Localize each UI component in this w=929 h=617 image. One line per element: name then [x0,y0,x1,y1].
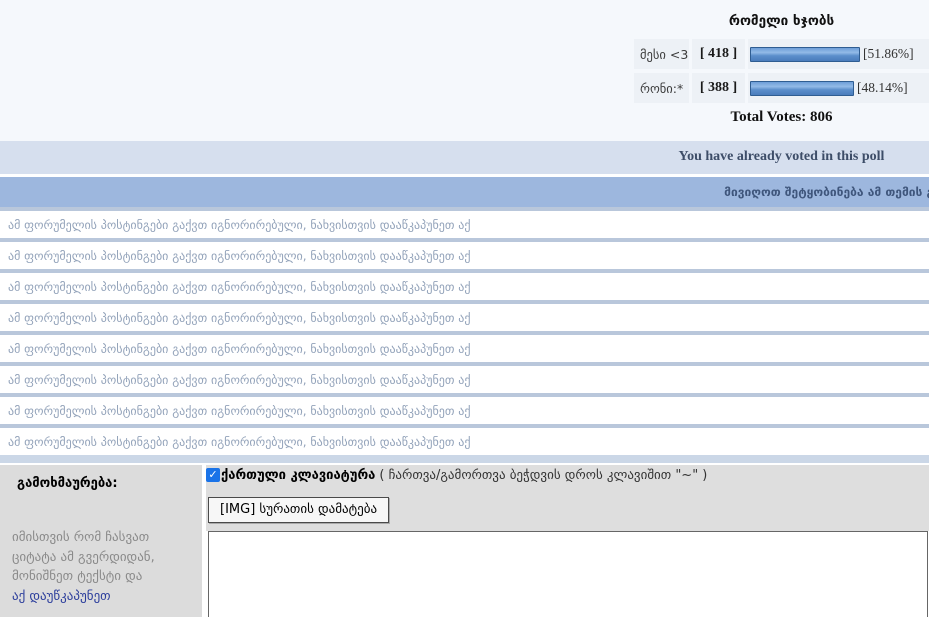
add-image-button[interactable]: [IMG] სურათის დამატება [208,497,390,523]
rows-footer-band [0,455,929,463]
ignored-posts-row[interactable]: ამ ფორუმელის პოსტინგები გაქვთ იგნორირებუ… [0,304,929,331]
keyboard-label: ქართული კლავიატურა [221,467,376,483]
vote-bar [750,80,854,96]
ignored-posts-row[interactable]: ამ ფორუმელის პოსტინგები გაქვთ იგნორირებუ… [0,366,929,393]
poll-total-votes: Total Votes: 806 [730,109,833,125]
ignored-posts-row[interactable]: ამ ფორუმელის პოსტინგები გაქვთ იგნორირებუ… [0,335,929,362]
poll-option-row: რონი:* [ 388 ] [48.14%] [634,73,929,103]
feedback-sidebar: გამოხმაურება: იმისთვის რომ ჩასვათ ციტატა… [0,465,202,617]
track-topic-banner: მივიღოთ შეტყობინება ამ თემის გ [0,177,929,207]
already-voted-banner: You have already voted in this poll [0,141,929,174]
poll-title: რომელი ხჯობს [728,13,835,29]
ignored-posts-row[interactable]: ამ ფორუმელის პოსტინგები გაქვთ იგნორირებუ… [0,428,929,455]
quote-here-link[interactable]: აქ დაუწკაპუნეთ [12,587,155,607]
poll-option-percent: [51.86%] [863,46,914,61]
quote-hint-line: მონიშნეთ ტექსტი და [12,569,143,584]
ignored-posts-row[interactable]: ამ ფორუმელის პოსტინგები გაქვთ იგნორირებუ… [0,397,929,424]
composer-panel: ✓ ქართული კლავიატურა ( ჩართვა/გამორთვა ბ… [206,465,929,617]
vote-bar [750,46,860,62]
quote-hint-line: იმისთვის რომ ჩასვათ [12,530,150,545]
reply-textarea[interactable] [208,531,928,617]
poll-option-label: მესი <3 [634,39,689,69]
feedback-title: გამოხმაურება: [17,476,118,491]
page-top: რომელი ხჯობს მესი <3 [ 418 ] [51.86%] რო… [0,0,929,141]
poll-option-bar-cell: [51.86%] [748,39,929,69]
poll-option-votes: [ 418 ] [692,39,745,69]
poll-option-votes: [ 388 ] [692,73,745,103]
reply-section: გამოხმაურება: იმისთვის რომ ჩასვათ ციტატა… [0,465,929,617]
already-voted-text: You have already voted in this poll [678,149,885,164]
poll-results: რომელი ხჯობს მესი <3 [ 418 ] [51.86%] რო… [634,0,929,141]
ignored-posts-row[interactable]: ამ ფორუმელის პოსტინგები გაქვთ იგნორირებუ… [0,242,929,269]
keyboard-toggle-row: ✓ ქართული კლავიატურა ( ჩართვა/გამორთვა ბ… [206,467,707,483]
georgian-keyboard-checkbox[interactable]: ✓ [206,468,220,482]
poll-option-label: რონი:* [634,73,689,103]
track-topic-link[interactable]: მივიღოთ შეტყობინება ამ თემის გ [724,185,929,199]
ignored-posts-row[interactable]: ამ ფორუმელის პოსტინგები გაქვთ იგნორირებუ… [0,273,929,300]
posts-list: ამ ფორუმელის პოსტინგები გაქვთ იგნორირებუ… [0,207,929,463]
quote-hint: იმისთვის რომ ჩასვათ ციტატა ამ გვერდიდან,… [12,528,155,606]
poll-option-bar-cell: [48.14%] [748,73,929,103]
poll-option-percent: [48.14%] [857,80,908,95]
ignored-posts-row[interactable]: ამ ფორუმელის პოსტინგები გაქვთ იგნორირებუ… [0,211,929,238]
quote-hint-line: ციტატა ამ გვერდიდან, [12,549,155,565]
keyboard-hint: ( ჩართვა/გამორთვა ბეჭდვის დროს კლავიშით … [379,467,708,483]
poll-option-row: მესი <3 [ 418 ] [51.86%] [634,39,929,69]
